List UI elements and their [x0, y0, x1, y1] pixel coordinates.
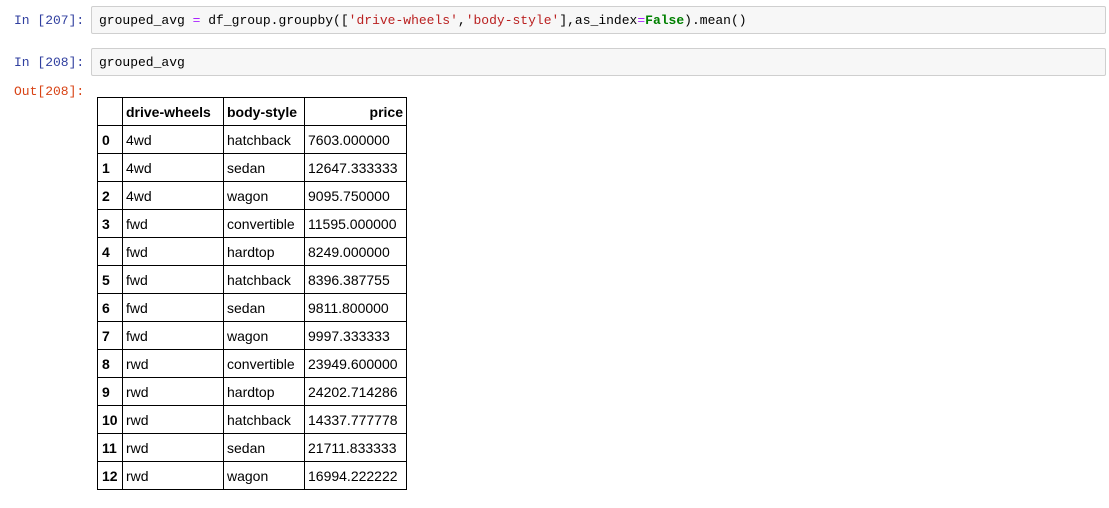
row-index: 7 — [97, 321, 123, 350]
table-cell: hatchback — [223, 265, 305, 294]
table-row: 9 rwd hardtop 24202.714286 — [97, 377, 407, 406]
code-line: grouped_avg = df_group.groupby(['drive-w… — [99, 13, 747, 28]
table-cell: fwd — [122, 265, 224, 294]
input-prompt-208: In [208]: — [14, 55, 85, 70]
table-cell: 4wd — [122, 153, 224, 182]
table-cell: fwd — [122, 209, 224, 238]
table-cell: 16994.222222 — [304, 461, 407, 490]
table-cell: hatchback — [223, 405, 305, 434]
row-index: 2 — [97, 181, 123, 210]
table-row: 5 fwd hatchback 8396.387755 — [97, 265, 407, 294]
row-index: 10 — [97, 405, 123, 434]
row-index: 0 — [97, 125, 123, 154]
table-row: 0 4wd hatchback 7603.000000 — [97, 125, 407, 154]
table-header-row: drive-wheels body-style price — [97, 97, 407, 126]
code-cell-208[interactable]: grouped_avg — [91, 48, 1106, 76]
table-row: 4 fwd hardtop 8249.000000 — [97, 237, 407, 266]
row-index: 1 — [97, 153, 123, 182]
table-row: 6 fwd sedan 9811.800000 — [97, 293, 407, 322]
column-header: price — [304, 97, 407, 126]
table-cell: rwd — [122, 405, 224, 434]
table-row: 8 rwd convertible 23949.600000 — [97, 349, 407, 378]
row-index: 12 — [97, 461, 123, 490]
row-index: 8 — [97, 349, 123, 378]
table-cell: 9811.800000 — [304, 293, 407, 322]
table-cell: 21711.833333 — [304, 433, 407, 462]
code-cell-207[interactable]: grouped_avg = df_group.groupby(['drive-w… — [91, 6, 1106, 34]
code-line: grouped_avg — [99, 55, 185, 70]
row-index: 9 — [97, 377, 123, 406]
column-header: drive-wheels — [122, 97, 224, 126]
table-cell: sedan — [223, 153, 305, 182]
table-row: 1 4wd sedan 12647.333333 — [97, 153, 407, 182]
table-cell: 7603.000000 — [304, 125, 407, 154]
dataframe-table: drive-wheels body-style price 0 4wd hatchb… — [97, 97, 407, 490]
table-cell: hardtop — [223, 377, 305, 406]
table-cell: 11595.000000 — [304, 209, 407, 238]
table-cell: 4wd — [122, 181, 224, 210]
table-cell: fwd — [122, 237, 224, 266]
table-cell: wagon — [223, 461, 305, 490]
table-cell: sedan — [223, 433, 305, 462]
table-cell: 24202.714286 — [304, 377, 407, 406]
table-row: 11 rwd sedan 21711.833333 — [97, 433, 407, 462]
table-cell: 12647.333333 — [304, 153, 407, 182]
table-body: 0 4wd hatchback 7603.000000 1 4wd sedan 12647.3… — [97, 125, 407, 490]
table-cell: 8249.000000 — [304, 237, 407, 266]
table-cell: fwd — [122, 321, 224, 350]
table-cell: convertible — [223, 349, 305, 378]
table-cell: hardtop — [223, 237, 305, 266]
table-cell: wagon — [223, 181, 305, 210]
table-cell: convertible — [223, 209, 305, 238]
table-cell: 23949.600000 — [304, 349, 407, 378]
table-cell: sedan — [223, 293, 305, 322]
table-cell: 4wd — [122, 125, 224, 154]
row-index: 4 — [97, 237, 123, 266]
row-index: 5 — [97, 265, 123, 294]
table-cell: hatchback — [223, 125, 305, 154]
table-row: 3 fwd convertible 11595.000000 — [97, 209, 407, 238]
table-cell: 9997.333333 — [304, 321, 407, 350]
table-row: 10 rwd hatchback 14337.777778 — [97, 405, 407, 434]
table-row: 7 fwd wagon 9997.333333 — [97, 321, 407, 350]
row-index: 11 — [97, 433, 123, 462]
input-prompt-207: In [207]: — [14, 13, 85, 28]
row-index: 3 — [97, 209, 123, 238]
table-cell: rwd — [122, 377, 224, 406]
column-header: body-style — [223, 97, 305, 126]
table-cell: 9095.750000 — [304, 181, 407, 210]
table-cell: 14337.777778 — [304, 405, 407, 434]
row-index: 6 — [97, 293, 123, 322]
table-cell: rwd — [122, 349, 224, 378]
table-row: 12 rwd wagon 16994.222222 — [97, 461, 407, 490]
output-prompt-208: Out[208]: — [14, 84, 85, 99]
table-cell: rwd — [122, 461, 224, 490]
table-cell: fwd — [122, 293, 224, 322]
table-cell: rwd — [122, 433, 224, 462]
table-cell: wagon — [223, 321, 305, 350]
index-header — [97, 97, 123, 126]
table-row: 2 4wd wagon 9095.750000 — [97, 181, 407, 210]
table-cell: 8396.387755 — [304, 265, 407, 294]
